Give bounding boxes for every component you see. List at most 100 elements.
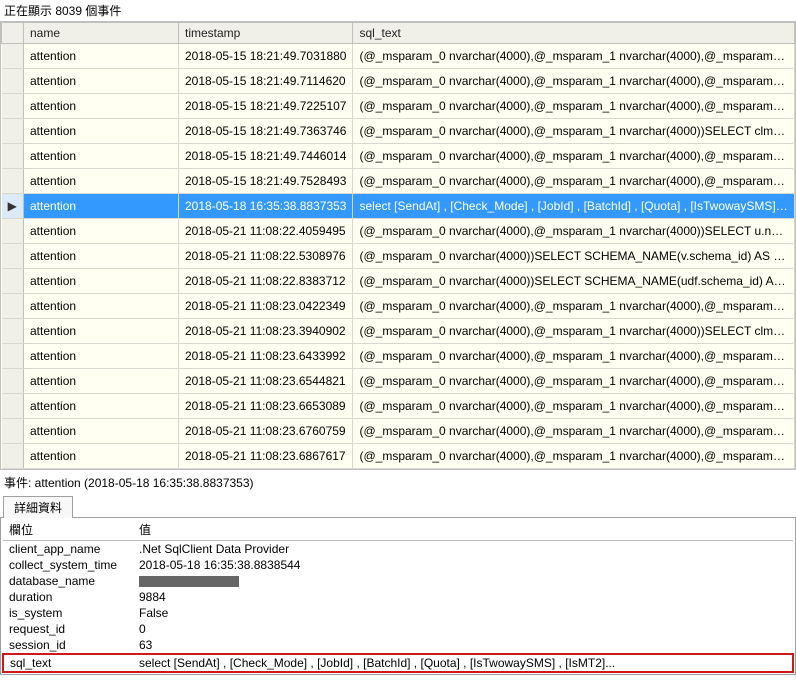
cell-sqltext: (@_msparam_0 nvarchar(4000),@_msparam_1 …: [353, 444, 795, 469]
cell-timestamp: 2018-05-15 18:21:49.7031880: [179, 44, 353, 69]
cell-name: attention: [24, 269, 179, 294]
row-indicator: [2, 394, 24, 419]
cell-sqltext: (@_msparam_0 nvarchar(4000),@_msparam_1 …: [353, 369, 795, 394]
cell-timestamp: 2018-05-21 11:08:23.6867617: [179, 444, 353, 469]
cell-timestamp: 2018-05-21 11:08:23.3940902: [179, 319, 353, 344]
event-label: 事件: attention (2018-05-18 16:35:38.88373…: [0, 470, 796, 493]
col-header-name[interactable]: name: [24, 23, 179, 44]
detail-value: select [SendAt] , [Check_Mode] , [JobId]…: [133, 654, 793, 672]
cell-sqltext: (@_msparam_0 nvarchar(4000),@_msparam_1 …: [353, 44, 795, 69]
cell-name: attention: [24, 144, 179, 169]
table-row[interactable]: attention2018-05-21 11:08:23.6544821(@_m…: [2, 369, 795, 394]
col-header-row[interactable]: [2, 23, 24, 44]
tab-strip: 詳細資料: [0, 495, 796, 518]
detail-key: database_name: [3, 573, 133, 589]
cell-sqltext: (@_msparam_0 nvarchar(4000),@_msparam_1 …: [353, 294, 795, 319]
detail-row[interactable]: database_name: [3, 573, 793, 589]
cell-name: attention: [24, 94, 179, 119]
table-row[interactable]: attention2018-05-15 18:21:49.7114620(@_m…: [2, 69, 795, 94]
cell-sqltext: (@_msparam_0 nvarchar(4000))SELECT SCHEM…: [353, 269, 795, 294]
detail-row[interactable]: request_id0: [3, 621, 793, 637]
row-indicator: [2, 269, 24, 294]
col-header-sqltext[interactable]: sql_text: [353, 23, 795, 44]
cell-sqltext: select [SendAt] , [Check_Mode] , [JobId]…: [353, 194, 795, 219]
detail-key: is_system: [3, 605, 133, 621]
row-indicator: [2, 69, 24, 94]
table-row[interactable]: attention2018-05-21 11:08:23.6433992(@_m…: [2, 344, 795, 369]
cell-sqltext: (@_msparam_0 nvarchar(4000),@_msparam_1 …: [353, 419, 795, 444]
detail-key: collect_system_time: [3, 557, 133, 573]
detail-grid[interactable]: 欄位 值 client_app_name.Net SqlClient Data …: [2, 519, 794, 673]
detail-row[interactable]: client_app_name.Net SqlClient Data Provi…: [3, 541, 793, 558]
cell-timestamp: 2018-05-15 18:21:49.7446014: [179, 144, 353, 169]
detail-row[interactable]: sql_textselect [SendAt] , [Check_Mode] ,…: [3, 654, 793, 672]
table-row[interactable]: attention2018-05-15 18:21:49.7446014(@_m…: [2, 144, 795, 169]
row-indicator: [2, 294, 24, 319]
detail-value: 63: [133, 637, 793, 654]
cell-timestamp: 2018-05-15 18:21:49.7114620: [179, 69, 353, 94]
table-row[interactable]: attention2018-05-15 18:21:49.7031880(@_m…: [2, 44, 795, 69]
detail-key: duration: [3, 589, 133, 605]
table-row[interactable]: ▶attention2018-05-18 16:35:38.8837353sel…: [2, 194, 795, 219]
redacted-value: [139, 576, 239, 587]
detail-row[interactable]: is_systemFalse: [3, 605, 793, 621]
cell-name: attention: [24, 219, 179, 244]
detail-row[interactable]: collect_system_time2018-05-18 16:35:38.8…: [3, 557, 793, 573]
table-row[interactable]: attention2018-05-15 18:21:49.7363746(@_m…: [2, 119, 795, 144]
cell-name: attention: [24, 194, 179, 219]
cell-timestamp: 2018-05-21 11:08:22.8383712: [179, 269, 353, 294]
cell-sqltext: (@_msparam_0 nvarchar(4000),@_msparam_1 …: [353, 344, 795, 369]
cell-timestamp: 2018-05-21 11:08:23.6760759: [179, 419, 353, 444]
detail-panel: 欄位 值 client_app_name.Net SqlClient Data …: [0, 518, 796, 675]
cell-name: attention: [24, 369, 179, 394]
row-indicator: [2, 319, 24, 344]
table-row[interactable]: attention2018-05-21 11:08:23.3940902(@_m…: [2, 319, 795, 344]
cell-sqltext: (@_msparam_0 nvarchar(4000),@_msparam_1 …: [353, 219, 795, 244]
detail-key: sql_text: [3, 654, 133, 672]
table-row[interactable]: attention2018-05-21 11:08:23.6760759(@_m…: [2, 419, 795, 444]
cell-sqltext: (@_msparam_0 nvarchar(4000),@_msparam_1 …: [353, 94, 795, 119]
table-row[interactable]: attention2018-05-21 11:08:22.5308976(@_m…: [2, 244, 795, 269]
detail-value: False: [133, 605, 793, 621]
cell-name: attention: [24, 44, 179, 69]
table-row[interactable]: attention2018-05-15 18:21:49.7225107(@_m…: [2, 94, 795, 119]
col-header-timestamp[interactable]: timestamp: [179, 23, 353, 44]
detail-row[interactable]: session_id63: [3, 637, 793, 654]
tab-details[interactable]: 詳細資料: [3, 496, 73, 518]
cell-timestamp: 2018-05-21 11:08:23.6433992: [179, 344, 353, 369]
row-indicator: [2, 219, 24, 244]
cell-timestamp: 2018-05-21 11:08:23.6653089: [179, 394, 353, 419]
title-bar: 正在顯示 8039 個事件: [0, 0, 796, 21]
table-row[interactable]: attention2018-05-21 11:08:23.6653089(@_m…: [2, 394, 795, 419]
detail-row[interactable]: duration9884: [3, 589, 793, 605]
cell-sqltext: (@_msparam_0 nvarchar(4000),@_msparam_1 …: [353, 394, 795, 419]
cell-name: attention: [24, 119, 179, 144]
detail-header-value[interactable]: 值: [133, 519, 793, 541]
detail-value: 9884: [133, 589, 793, 605]
cell-sqltext: (@_msparam_0 nvarchar(4000),@_msparam_1 …: [353, 144, 795, 169]
row-indicator: [2, 169, 24, 194]
cell-name: attention: [24, 169, 179, 194]
detail-value: [133, 573, 793, 589]
table-row[interactable]: attention2018-05-21 11:08:23.0422349(@_m…: [2, 294, 795, 319]
row-indicator: [2, 94, 24, 119]
table-row[interactable]: attention2018-05-21 11:08:22.8383712(@_m…: [2, 269, 795, 294]
cell-sqltext: (@_msparam_0 nvarchar(4000),@_msparam_1 …: [353, 119, 795, 144]
row-indicator: ▶: [2, 194, 24, 219]
row-indicator: [2, 369, 24, 394]
cell-name: attention: [24, 419, 179, 444]
detail-key: request_id: [3, 621, 133, 637]
table-row[interactable]: attention2018-05-15 18:21:49.7528493(@_m…: [2, 169, 795, 194]
cell-name: attention: [24, 444, 179, 469]
table-row[interactable]: attention2018-05-21 11:08:22.4059495(@_m…: [2, 219, 795, 244]
row-indicator: [2, 444, 24, 469]
detail-value: 0: [133, 621, 793, 637]
detail-header-key[interactable]: 欄位: [3, 519, 133, 541]
event-grid[interactable]: name timestamp sql_text attention2018-05…: [1, 22, 795, 469]
cell-timestamp: 2018-05-21 11:08:23.6544821: [179, 369, 353, 394]
table-row[interactable]: attention2018-05-21 11:08:23.6867617(@_m…: [2, 444, 795, 469]
row-indicator: [2, 119, 24, 144]
cell-timestamp: 2018-05-21 11:08:23.0422349: [179, 294, 353, 319]
detail-key: session_id: [3, 637, 133, 654]
cell-sqltext: (@_msparam_0 nvarchar(4000),@_msparam_1 …: [353, 169, 795, 194]
